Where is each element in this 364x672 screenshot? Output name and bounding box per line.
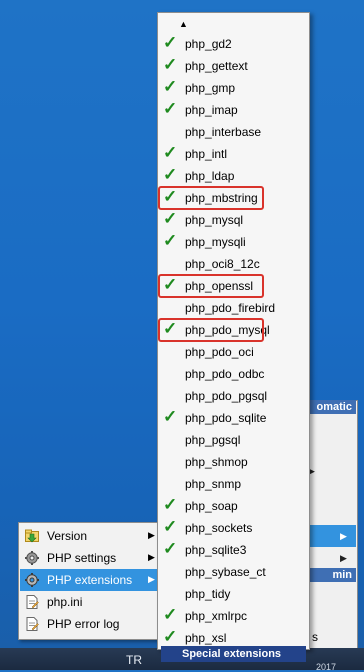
extension-label: php_pdo_sqlite (185, 411, 267, 425)
extension-label: php_intl (185, 147, 228, 161)
taskbar-clock: 2017 (316, 662, 337, 672)
extension-label: php_gettext (185, 59, 248, 73)
document-icon (26, 595, 39, 609)
extension-item[interactable]: php_pdo_pgsql (158, 385, 309, 407)
extension-label: php_mysqli (185, 235, 246, 249)
checkmark-icon: ✓ (163, 495, 178, 514)
extension-label: php_gmp (185, 81, 236, 95)
extension-item[interactable]: php_pdo_firebird (158, 297, 309, 319)
extension-label: php_pdo_odbc (185, 367, 265, 381)
menu-item-label: PHP extensions (47, 573, 133, 587)
scroll-up-arrow-icon[interactable]: ▲ (158, 17, 209, 31)
checkmark-icon: ✓ (163, 319, 178, 338)
extension-label: php_snmp (185, 477, 242, 491)
extension-label: php_tidy (185, 587, 231, 601)
extension-item[interactable]: ✓ php_ldap (158, 165, 309, 187)
menu-item-php-extensions[interactable]: PHP extensions ▶ (20, 569, 159, 591)
extension-label: php_xmlrpc (185, 609, 248, 623)
checkmark-icon: ✓ (163, 517, 178, 536)
extension-item[interactable]: php_pdo_odbc (158, 363, 309, 385)
gear-icon (25, 573, 39, 587)
extension-label: php_pdo_oci (185, 345, 254, 359)
extension-label: php_ldap (185, 169, 235, 183)
extension-label: php_pgsql (185, 433, 241, 447)
extension-item[interactable]: php_pgsql (158, 429, 309, 451)
menu-item-label: php.ini (47, 595, 83, 609)
checkmark-icon: ✓ (163, 231, 178, 250)
extension-label: php_mbstring (185, 191, 258, 205)
extension-label: php_sockets (185, 521, 253, 535)
extension-label: php_openssl (185, 279, 254, 293)
menu-item-label: PHP settings (47, 551, 117, 565)
extension-item[interactable]: php_oci8_12c (158, 253, 309, 275)
extension-label: php_oci8_12c (185, 257, 260, 271)
checkmark-icon: ✓ (163, 187, 178, 206)
extension-label: php_soap (185, 499, 238, 513)
php-extensions-menu: ▲ Special extensions ✓ php_gd2 ✓ php_gettex… (157, 12, 310, 662)
extension-item[interactable]: php_snmp (158, 473, 309, 495)
extension-label: php_interbase (185, 125, 262, 139)
menu-item-php-error-log[interactable]: PHP error log (20, 613, 159, 635)
extension-item[interactable]: ✓ php_imap (158, 99, 309, 121)
checkmark-icon: ✓ (163, 143, 178, 162)
checkmark-icon: ✓ (163, 99, 178, 118)
extension-item[interactable]: php_tidy (158, 583, 309, 605)
extension-item[interactable]: ✓ php_xmlrpc (158, 605, 309, 627)
extension-item[interactable]: php_interbase (158, 121, 309, 143)
background-menu-partial-text: s (312, 630, 318, 644)
checkmark-icon: ✓ (163, 275, 178, 294)
checkmark-icon: ✓ (163, 55, 178, 74)
extension-label: php_sybase_ct (185, 565, 266, 579)
extension-item[interactable]: php_shmop (158, 451, 309, 473)
extension-item[interactable]: ✓ php_openssl (158, 274, 309, 298)
extension-item[interactable]: ✓ php_sqlite3 (158, 539, 309, 561)
extension-item[interactable]: ✓ php_gettext (158, 55, 309, 77)
checkmark-icon: ✓ (163, 209, 178, 228)
checkmark-icon: ✓ (163, 165, 178, 184)
extension-item[interactable]: php_pdo_oci (158, 341, 309, 363)
menu-item-label: Version (47, 529, 88, 543)
extension-item[interactable]: ✓ php_pdo_mysql (158, 318, 309, 342)
chevron-right-icon: ▶ (148, 574, 155, 584)
extension-label: php_xsl (185, 631, 227, 645)
checkmark-icon: ✓ (163, 605, 178, 624)
menu-item-php-settings[interactable]: PHP settings ▶ (20, 547, 159, 569)
extension-label: php_shmop (185, 455, 248, 469)
extension-label: php_sqlite3 (185, 543, 247, 557)
extension-item[interactable]: ✓ php_sockets (158, 517, 309, 539)
extension-item[interactable]: ✓ php_mysql (158, 209, 309, 231)
gear-icon (25, 551, 39, 565)
checkmark-icon: ✓ (163, 33, 178, 52)
menu-item-php-ini[interactable]: php.ini (20, 591, 159, 613)
menu-item-label: PHP error log (47, 617, 120, 631)
taskbar-language[interactable]: TR (126, 653, 142, 667)
extension-item[interactable]: ✓ php_soap (158, 495, 309, 517)
checkmark-icon: ✓ (163, 77, 178, 96)
extension-label: php_pdo_firebird (185, 301, 276, 315)
extension-item[interactable]: ✓ php_gmp (158, 77, 309, 99)
chevron-right-icon: ▶ (340, 531, 347, 541)
chevron-right-icon: ▶ (148, 552, 155, 562)
menu-item-version[interactable]: Version ▶ (20, 525, 159, 547)
checkmark-icon: ✓ (163, 407, 178, 426)
extension-label: php_imap (185, 103, 238, 117)
extension-label: php_pdo_pgsql (185, 389, 268, 403)
document-icon (26, 617, 39, 631)
extension-label: php_pdo_mysql (185, 323, 270, 337)
extension-label: php_gd2 (185, 37, 232, 51)
chevron-right-icon: ▶ (340, 553, 347, 563)
extension-item[interactable]: php_sybase_ct (158, 561, 309, 583)
extension-item[interactable]: ✓ php_gd2 (158, 33, 309, 55)
extension-item[interactable]: ✓ php_mbstring (158, 186, 309, 210)
extension-item[interactable]: ✓ php_xsl (158, 627, 309, 649)
chevron-right-icon: ▶ (148, 530, 155, 540)
checkmark-icon: ✓ (163, 539, 178, 558)
checkmark-icon: ✓ (163, 627, 178, 646)
wamp-php-menu: Version ▶ PHP settings ▶ PHP extensions … (18, 522, 161, 640)
extension-item[interactable]: ✓ php_intl (158, 143, 309, 165)
extension-label: php_mysql (185, 213, 244, 227)
version-icon (25, 529, 39, 543)
extension-item[interactable]: ✓ php_mysqli (158, 231, 309, 253)
extension-item[interactable]: ✓ php_pdo_sqlite (158, 407, 309, 429)
